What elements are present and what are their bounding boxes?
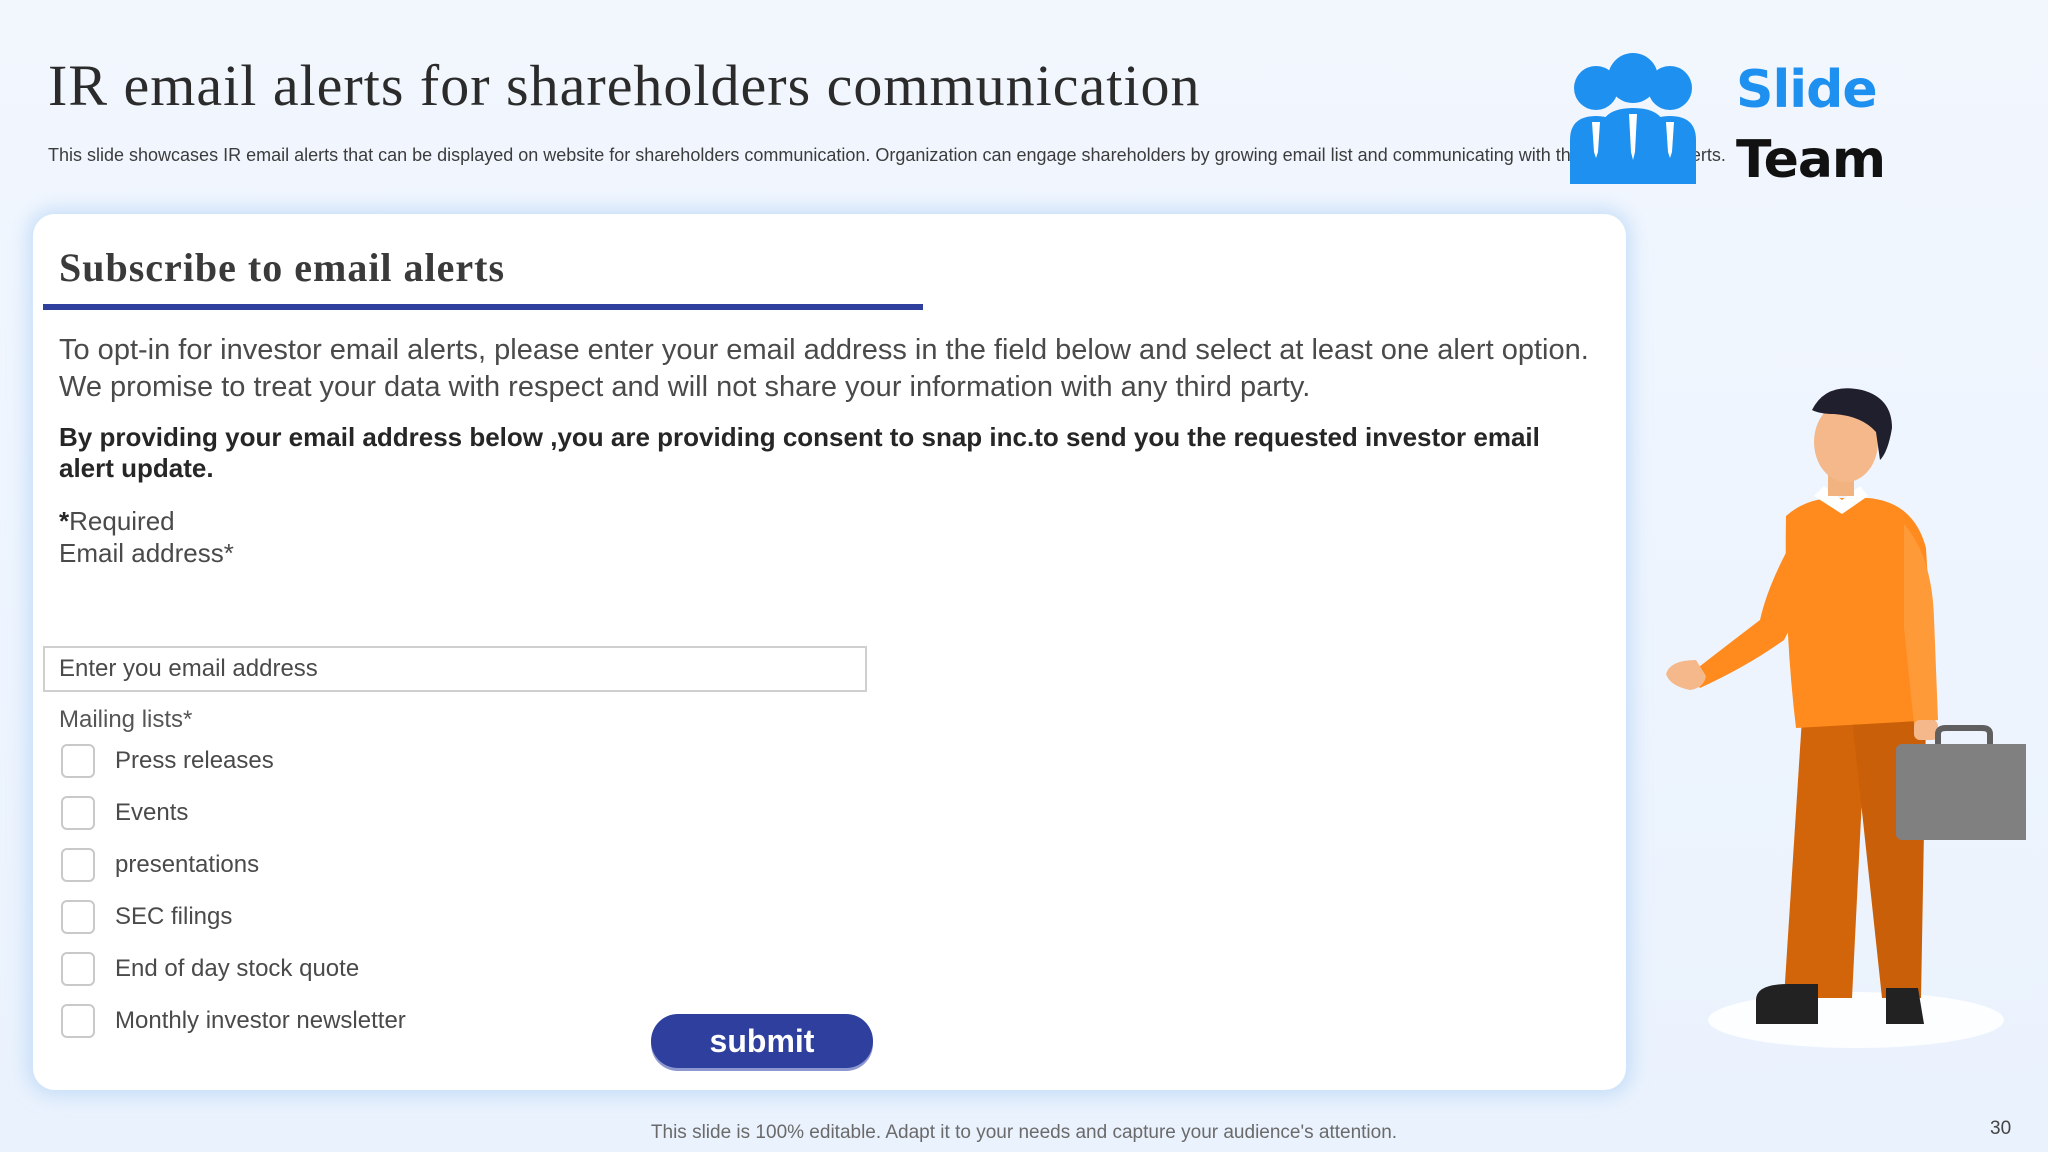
slideteam-logo: Slide Team — [1568, 52, 1948, 192]
option-press-releases[interactable]: Press releases — [61, 744, 274, 778]
option-monthly-investor-newsletter[interactable]: Monthly investor newsletter — [61, 1004, 406, 1038]
required-note: *Required — [59, 506, 175, 537]
logo-text-slide: Slide — [1736, 60, 1878, 120]
email-input[interactable] — [43, 646, 867, 692]
option-sec-filings[interactable]: SEC filings — [61, 900, 232, 934]
consent-text: By providing your email address below ,y… — [59, 422, 1540, 483]
option-label: Events — [115, 799, 189, 826]
email-label: Email address* — [59, 538, 234, 568]
submit-button[interactable]: submit — [651, 1014, 873, 1068]
required-text: Required — [69, 506, 175, 536]
checkbox[interactable] — [61, 796, 95, 830]
logo-text-team: Team — [1736, 130, 1886, 190]
checkbox[interactable] — [61, 848, 95, 882]
slide-title: IR email alerts for shareholders communi… — [48, 53, 1201, 118]
checkbox[interactable] — [61, 744, 95, 778]
checkbox[interactable] — [61, 900, 95, 934]
checkbox[interactable] — [61, 1004, 95, 1038]
people-group-icon — [1570, 53, 1696, 184]
slide-subtitle: This slide showcases IR email alerts tha… — [48, 145, 1726, 165]
required-star: * — [59, 506, 70, 536]
heading-underline — [43, 304, 923, 310]
option-label: Monthly investor newsletter — [115, 1007, 406, 1034]
option-events[interactable]: Events — [61, 796, 188, 830]
form-heading: Subscribe to email alerts — [59, 245, 506, 290]
page-number: 30 — [1990, 1118, 2012, 1139]
option-presentations[interactable]: presentations — [61, 848, 259, 882]
option-end-of-day-stock-quote[interactable]: End of day stock quote — [61, 952, 359, 986]
businessman-with-briefcase-illustration — [1666, 388, 2026, 1048]
footer-text: This slide is 100% editable. Adapt it to… — [650, 1122, 1398, 1143]
option-label: SEC filings — [115, 903, 233, 930]
option-label: presentations — [115, 851, 260, 878]
option-label: Press releases — [115, 747, 274, 774]
mailing-lists-label: Mailing lists* — [59, 706, 193, 733]
subscribe-form-card: Subscribe to email alerts To opt-in for … — [33, 214, 1626, 1090]
intro-text: To opt-in for investor email alerts, ple… — [59, 334, 1589, 403]
option-label: End of day stock quote — [115, 955, 360, 982]
checkbox[interactable] — [61, 952, 95, 986]
